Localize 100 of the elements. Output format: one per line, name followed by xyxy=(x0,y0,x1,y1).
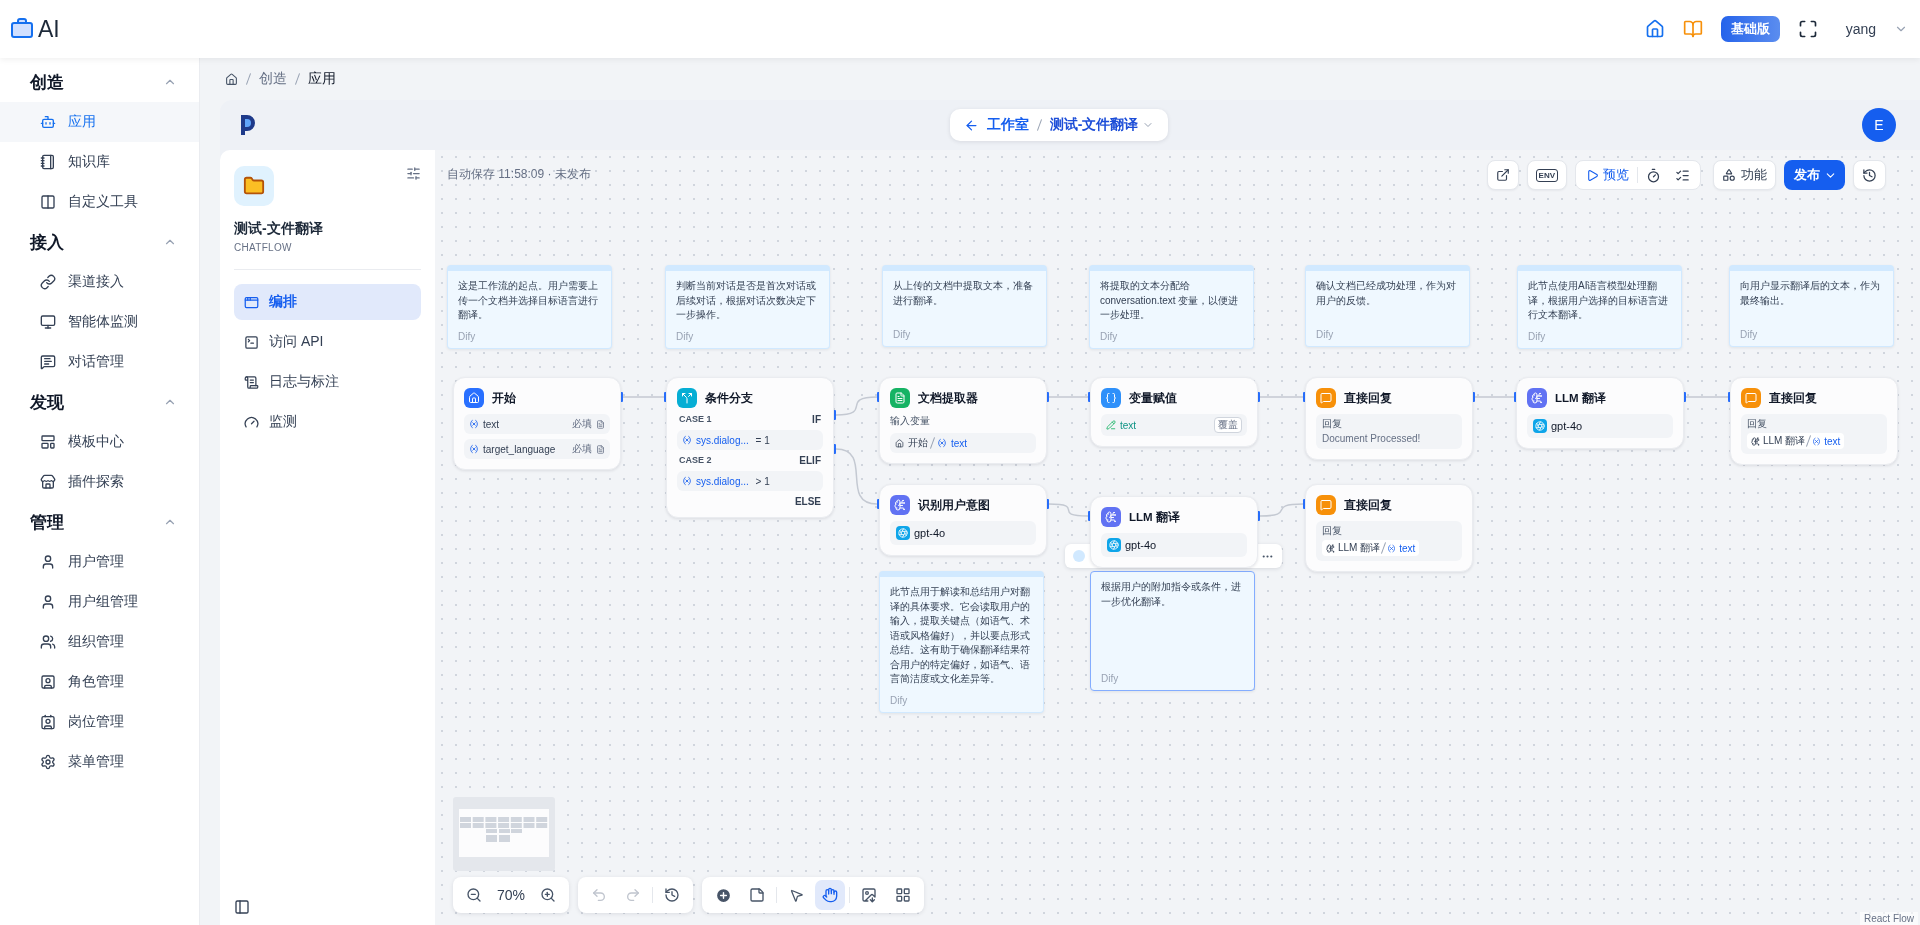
home-icon[interactable] xyxy=(225,72,238,86)
fullscreen-icon[interactable] xyxy=(1797,19,1818,39)
sidebar-item[interactable]: 渠道接入 xyxy=(0,262,199,302)
sticky-note[interactable]: 根据用户的附加指令或条件，进一步优化翻译。 Dify xyxy=(1090,571,1255,691)
timer-icon xyxy=(1646,167,1661,183)
sidebar-section-header[interactable]: 接入 xyxy=(0,222,199,262)
message-icon xyxy=(1316,495,1336,515)
document-icon xyxy=(244,374,259,390)
user-avatar[interactable]: E xyxy=(1862,108,1896,142)
app-mode: CHATFLOW xyxy=(234,242,293,253)
checklist-icon xyxy=(1675,167,1690,183)
breadcrumb-item: 应用 xyxy=(308,70,336,88)
app-nav-item[interactable]: 访问 API xyxy=(234,324,421,360)
variable-icon xyxy=(469,419,479,429)
env-button[interactable]: ENV xyxy=(1526,160,1567,190)
model-selector[interactable]: gpt-4o xyxy=(1101,533,1247,557)
sidebar-item[interactable]: 自定义工具 xyxy=(0,182,199,222)
workflow-node[interactable]: LLM 翻译 gpt-4o xyxy=(1516,377,1684,449)
sidebar-item[interactable]: 对话管理 xyxy=(0,342,199,382)
grid-icon xyxy=(895,887,912,903)
sidebar-section-header[interactable]: 发现 xyxy=(0,382,199,422)
app-nav-item[interactable]: 日志与标注 xyxy=(234,364,421,400)
attribution-link[interactable]: React Flow xyxy=(1860,912,1918,925)
field-label: 回复 xyxy=(1747,417,1767,431)
app-name-dropdown[interactable]: 测试-文件翻译 xyxy=(1049,116,1155,134)
workflow-node[interactable]: 直接回复 回复 LLM 翻译 text xyxy=(1730,377,1898,465)
back-link[interactable]: 工作室 xyxy=(963,116,1029,134)
sticky-note[interactable]: 这是工作流的起点。用户需要上传一个文档并选择目标语言进行翻译。 Dify xyxy=(447,265,612,349)
node-title: 开始 xyxy=(492,390,516,406)
note-author: Dify xyxy=(1740,329,1759,340)
sticky-note[interactable]: 此节点使用AI语言模型处理翻译，根据用户选择的目标语言进行文本翻译。 Dify xyxy=(1517,265,1682,349)
workflow-node[interactable]: 条件分支 CASE 1 IF sys.dialog... = 1 CASE 2 ELIF sys.dialog... > 1 ELSE xyxy=(666,377,834,518)
undo-icon xyxy=(591,887,608,903)
sidebar-section-header[interactable]: 创造 xyxy=(0,62,199,102)
model-selector[interactable]: gpt-4o xyxy=(1527,414,1673,438)
user-name[interactable]: yang xyxy=(1845,21,1876,37)
brain-icon xyxy=(1101,507,1121,527)
variable-icon xyxy=(937,438,947,448)
branch-icon xyxy=(677,388,697,408)
sidebar-item[interactable]: 知识库 xyxy=(0,142,199,182)
book-icon[interactable] xyxy=(1682,19,1703,39)
note-text: 向用户显示翻译后的文本，作为最终输出。 xyxy=(1740,279,1881,308)
workflow-node[interactable]: 直接回复 回复 Document Processed! xyxy=(1305,377,1473,460)
note-color-swatch[interactable] xyxy=(1073,550,1085,562)
logo-icon xyxy=(240,114,256,136)
note-author: Dify xyxy=(676,330,695,342)
node-title: 直接回复 xyxy=(1344,497,1392,513)
share-button[interactable] xyxy=(1486,160,1519,190)
connector-line xyxy=(1048,503,1089,517)
model-selector[interactable]: gpt-4o xyxy=(890,521,1036,545)
document-icon xyxy=(596,419,605,429)
sticky-note[interactable]: 此节点用于解读和总结用户对翻译的具体要求。它会读取用户的输入，提取关键点（如语气、术语或风格偏好），并以要点形式总结。这有助于确保翻译结果符合用户的特定偏好，如语气、语言简洁度或文化差异等。 Dify xyxy=(879,571,1044,713)
link-icon xyxy=(40,274,56,290)
sticky-note[interactable]: 向用户显示翻译后的文本，作为最终输出。 Dify xyxy=(1729,265,1894,347)
zoom-level: 70% xyxy=(496,887,527,903)
user-icon xyxy=(40,554,56,570)
sidebar-item[interactable]: 菜单管理 xyxy=(0,742,199,782)
user-card-icon xyxy=(40,674,56,690)
variable-icon xyxy=(469,444,479,454)
app-nav-item[interactable]: 编排 xyxy=(234,284,421,320)
sidebar-item[interactable]: 应用 xyxy=(0,102,199,142)
sticky-note[interactable]: 确认文档已经成功处理，作为对用户的反馈。 Dify xyxy=(1305,265,1470,347)
mode-tag: 覆盖 xyxy=(1214,417,1242,433)
sidebar-item[interactable]: 模板中心 xyxy=(0,422,199,462)
sidebar-item[interactable]: 用户管理 xyxy=(0,542,199,582)
sticky-note[interactable]: 将提取的文本分配给 conversation.text 变量，以便进一步处理。 Dify xyxy=(1089,265,1254,349)
branch-label: ELSE xyxy=(794,496,821,507)
sticky-note[interactable]: 从上传的文档中提取文本，准备进行翻译。 Dify xyxy=(882,265,1047,347)
terminal-icon xyxy=(244,334,259,350)
briefcase-logo-icon xyxy=(10,17,34,41)
template-icon xyxy=(40,434,56,450)
workflow-node[interactable]: 识别用户意图 gpt-4o xyxy=(879,484,1047,556)
sticky-note[interactable]: 判断当前对话是否是首次对话或后续对话，根据对话次数决定下一步操作。 Dify xyxy=(665,265,830,349)
publish-button[interactable]: 发布 xyxy=(1784,160,1845,190)
sidebar-item[interactable]: 组织管理 xyxy=(0,622,199,662)
variable-reference: LLM 翻译 text xyxy=(1747,433,1845,449)
case-label: CASE 1 xyxy=(679,414,712,425)
app-nav-item[interactable]: 监测 xyxy=(234,404,421,440)
workflow-node[interactable]: 变量赋值 text 覆盖 xyxy=(1090,377,1258,447)
variable-icon xyxy=(1812,436,1822,446)
workflow-node[interactable]: 开始 text 必填 target_language 必填 xyxy=(453,377,621,470)
pointer-icon xyxy=(788,887,804,903)
home-icon[interactable] xyxy=(1644,19,1665,39)
sidebar-section-header[interactable]: 管理 xyxy=(0,502,199,542)
workflow-node[interactable]: 文档提取器 输入变量 开始 text xyxy=(879,377,1047,464)
sidebar-item[interactable]: 岗位管理 xyxy=(0,702,199,742)
sidebar-item[interactable]: 智能体监测 xyxy=(0,302,199,342)
history-button[interactable] xyxy=(1853,160,1886,190)
sidebar-item[interactable]: 角色管理 xyxy=(0,662,199,702)
hand-tool-button[interactable] xyxy=(815,880,846,910)
breadcrumb-item[interactable]: 创造 xyxy=(259,70,287,88)
sidebar-item[interactable]: 插件探索 xyxy=(0,462,199,502)
connector-line xyxy=(622,396,665,398)
settings-icon[interactable] xyxy=(406,166,421,181)
variable-icon xyxy=(682,435,692,445)
features-button[interactable]: 功能 xyxy=(1713,160,1776,190)
sidebar-item[interactable]: 用户组管理 xyxy=(0,582,199,622)
workflow-node[interactable]: LLM 翻译 gpt-4o xyxy=(1090,496,1258,568)
sidebar-toggle-icon[interactable] xyxy=(234,899,250,915)
workflow-node[interactable]: 直接回复 回复 LLM 翻译 text xyxy=(1305,484,1473,572)
